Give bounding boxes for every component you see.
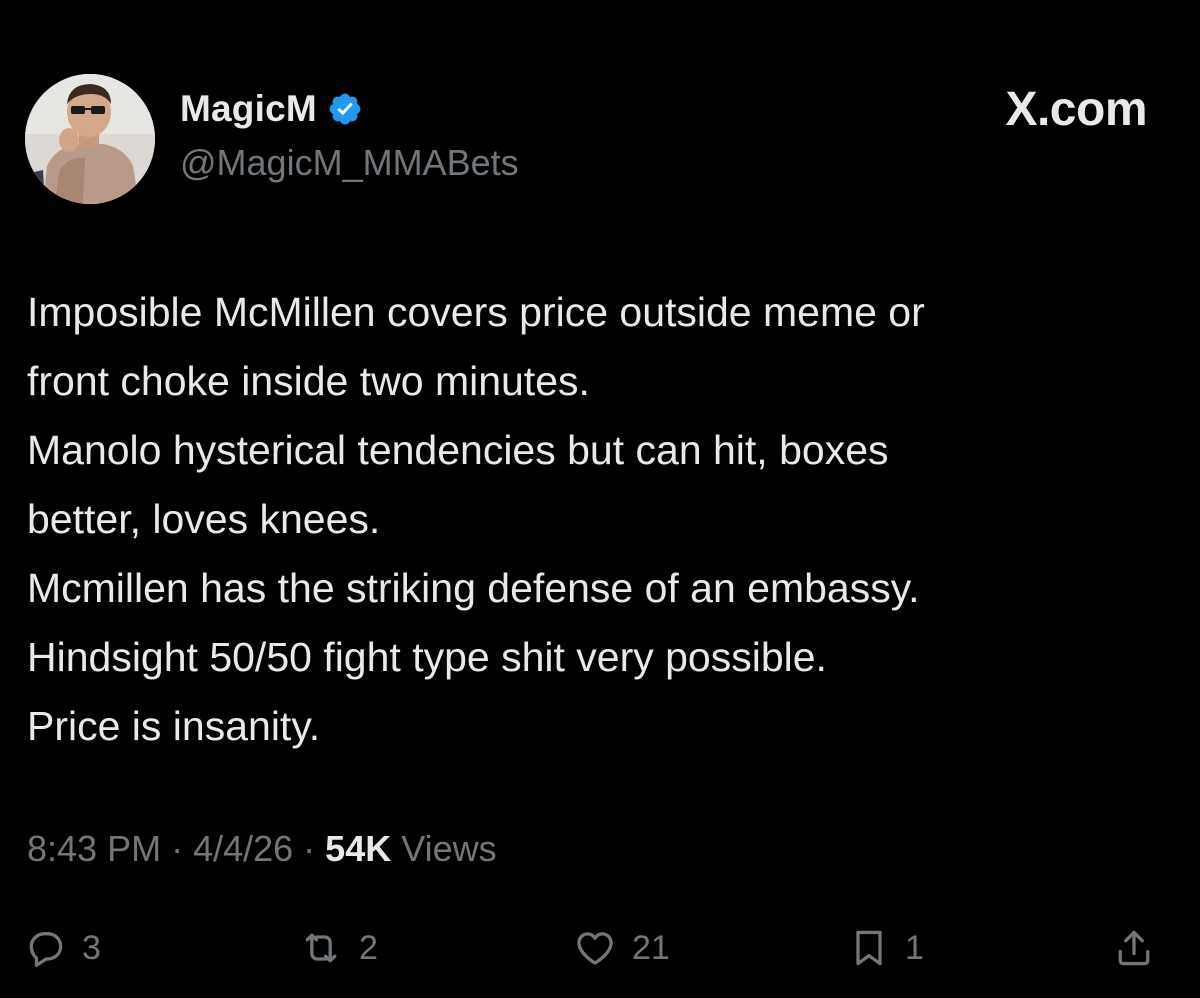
views-count: 54K bbox=[325, 828, 392, 869]
tweet-line: Price is insanity. bbox=[27, 703, 321, 749]
like-button[interactable]: 21 bbox=[572, 918, 670, 978]
action-bar: 3 2 21 1 bbox=[0, 918, 1200, 978]
reply-count: 3 bbox=[82, 928, 101, 967]
tweet-date[interactable]: 4/4/26 bbox=[193, 828, 293, 869]
tweet-line: better, loves knees. bbox=[27, 496, 381, 542]
tweet-line: Hindsight 50/50 fight type shit very pos… bbox=[27, 634, 827, 680]
meta-separator: · bbox=[161, 828, 194, 869]
avatar-image bbox=[25, 74, 155, 204]
tweet-line: Mcmillen has the striking defense of an … bbox=[27, 565, 920, 611]
avatar[interactable] bbox=[25, 74, 155, 204]
author-name-row: MagicM bbox=[180, 84, 363, 134]
tweet-line: Manolo hysterical tendencies but can hit… bbox=[27, 427, 889, 473]
bookmark-button[interactable]: 1 bbox=[847, 918, 924, 978]
tweet-line: front choke inside two minutes. bbox=[27, 358, 590, 404]
like-count: 21 bbox=[632, 928, 670, 967]
meta-separator: · bbox=[293, 828, 326, 869]
tweet-meta: 8:43 PM · 4/4/26 · 54K Views bbox=[27, 828, 497, 870]
bookmark-count: 1 bbox=[905, 928, 924, 967]
tweet-time[interactable]: 8:43 PM bbox=[27, 828, 161, 869]
author-handle[interactable]: @MagicM_MMABets bbox=[180, 142, 519, 184]
retweet-count: 2 bbox=[359, 928, 378, 967]
reply-button[interactable]: 3 bbox=[24, 918, 101, 978]
heart-icon bbox=[577, 932, 613, 965]
tweet-line: Imposible McMillen covers price outside … bbox=[27, 289, 925, 335]
reply-icon bbox=[29, 932, 63, 967]
x-logo: X.com bbox=[1005, 83, 1147, 136]
verified-badge-icon bbox=[329, 93, 361, 125]
share-button[interactable] bbox=[1112, 918, 1156, 978]
bookmark-icon bbox=[856, 930, 882, 966]
author-display-name[interactable]: MagicM bbox=[180, 88, 317, 130]
tweet-card: MagicM @MagicM_MMABets X.com Imposible M… bbox=[0, 0, 1200, 998]
retweet-icon bbox=[305, 933, 337, 963]
retweet-button[interactable]: 2 bbox=[297, 918, 378, 978]
views-label: Views bbox=[391, 828, 497, 869]
share-icon bbox=[1118, 930, 1150, 966]
tweet-text: Imposible McMillen covers price outside … bbox=[27, 278, 1177, 761]
